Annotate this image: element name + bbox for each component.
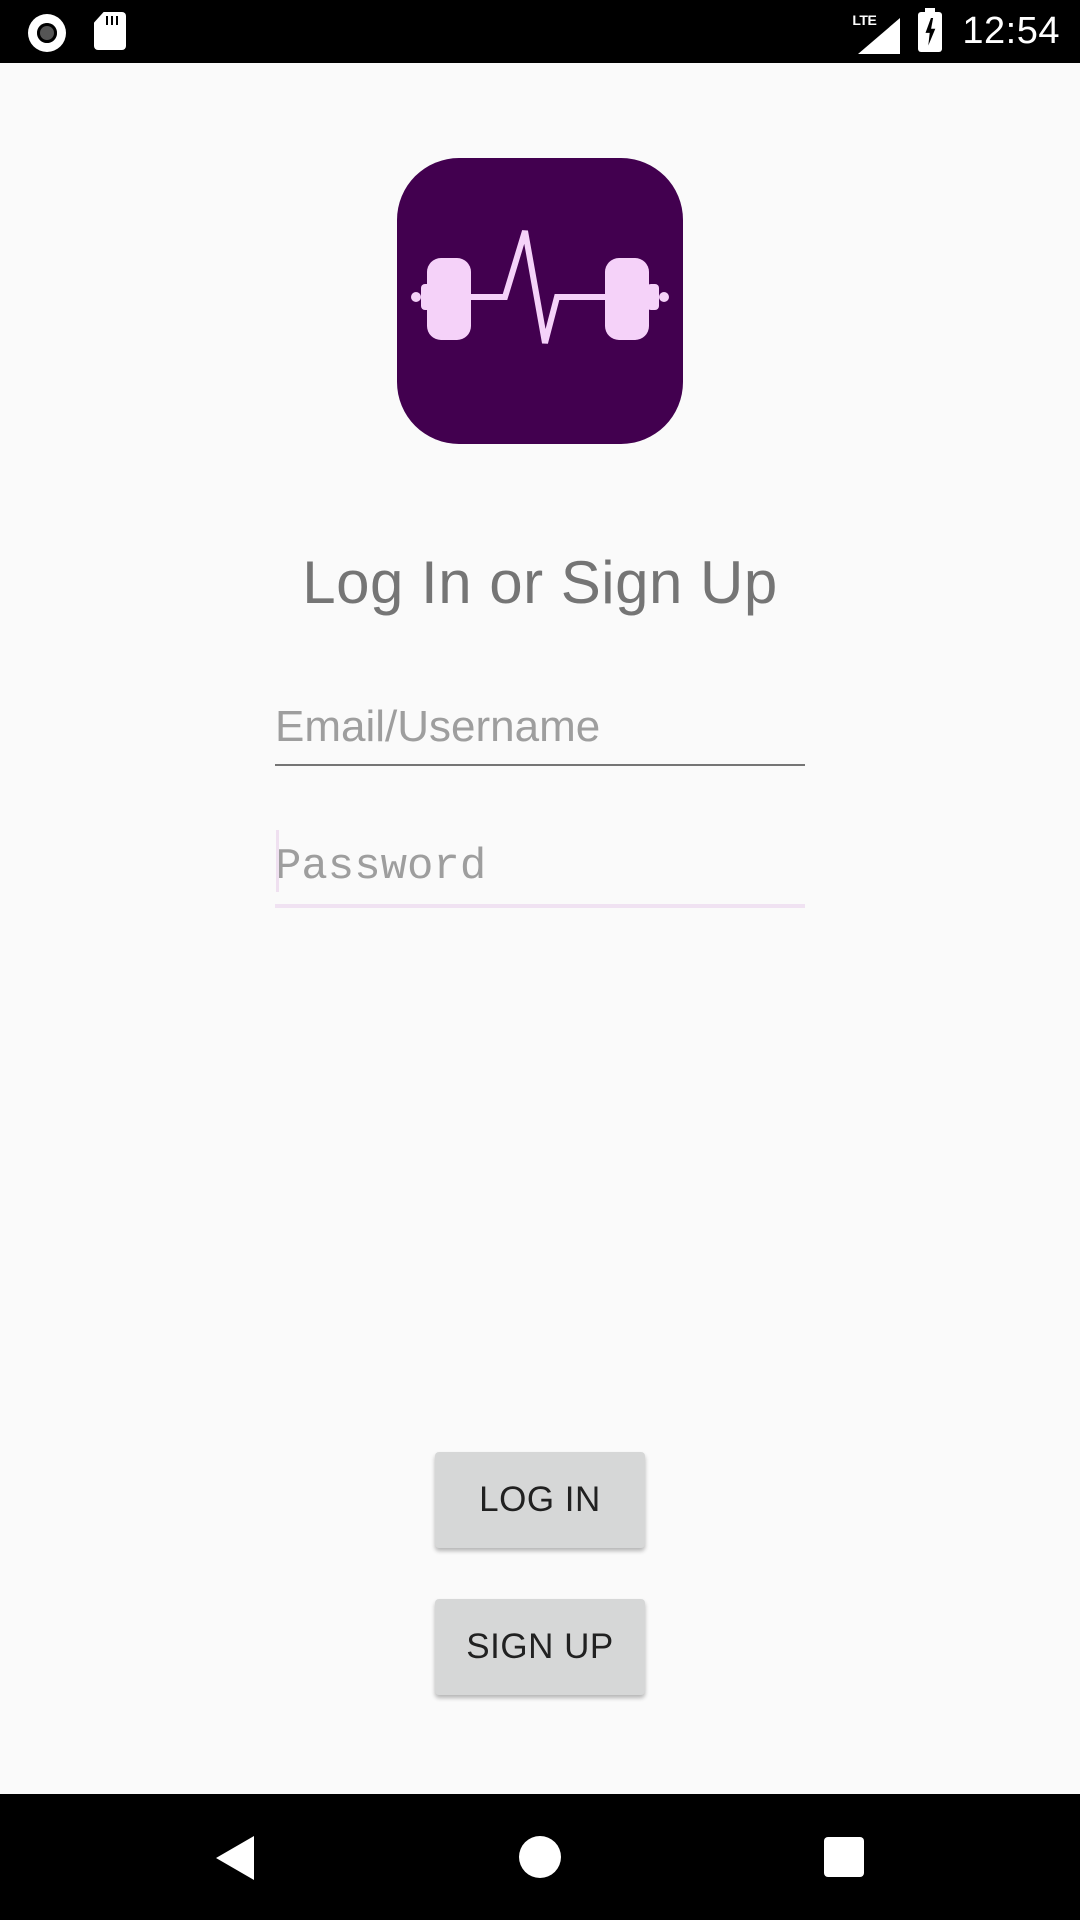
email-username-input[interactable]: [275, 690, 805, 766]
sd-card-icon: [94, 12, 126, 50]
lte-signal-icon: LTE: [852, 11, 901, 54]
navigation-bar: [0, 1794, 1080, 1920]
status-right-icons: LTE 12:54: [852, 0, 1060, 63]
page-title: Log In or Sign Up: [302, 549, 778, 616]
password-input[interactable]: [275, 830, 805, 908]
battery-charging-icon: [918, 7, 943, 52]
status-clock: 12:54: [962, 10, 1060, 52]
home-icon[interactable]: [519, 1836, 561, 1878]
network-type-label: LTE: [852, 11, 877, 28]
charging-bolt-icon: [925, 17, 936, 46]
login-screen: LTE 12:54 Log In or Sign Up LO: [0, 0, 1080, 1920]
app-logo: [397, 158, 683, 444]
text-cursor: [276, 830, 279, 892]
dumbbell-heartbeat-icon: [411, 230, 669, 344]
signup-button[interactable]: SIGN UP: [435, 1599, 645, 1695]
recents-icon[interactable]: [824, 1837, 864, 1877]
back-icon[interactable]: [216, 1836, 254, 1880]
login-button[interactable]: LOG IN: [435, 1452, 645, 1548]
status-bar: LTE 12:54: [0, 0, 1080, 63]
screen-record-icon: [28, 14, 66, 52]
